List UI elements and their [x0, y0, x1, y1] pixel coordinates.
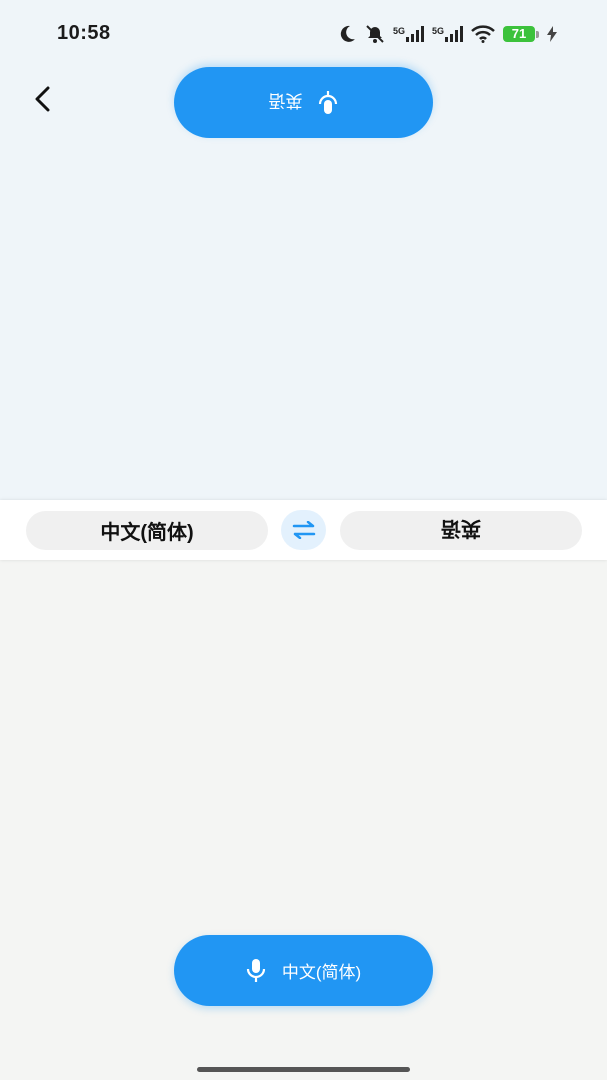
cellular-signal-1: 5G: [393, 26, 424, 42]
target-language-voice-label: 英语: [268, 91, 303, 110]
target-language-selector[interactable]: 英语: [340, 511, 582, 550]
source-language-selector[interactable]: 中文(简体): [26, 511, 268, 550]
target-language-voice-button[interactable]: 英语: [174, 67, 433, 138]
target-language-label: 英语: [441, 517, 481, 539]
swap-arrows-icon: [292, 521, 315, 539]
battery-indicator: 71: [503, 26, 539, 42]
moon-icon: [340, 25, 355, 42]
cellular-signal-2: 5G: [432, 26, 463, 42]
battery-level: 71: [503, 26, 535, 42]
chevron-left-icon: [35, 86, 50, 112]
microphone-icon: [246, 958, 265, 982]
signal-bars-icon: [445, 26, 463, 42]
swap-languages-button[interactable]: [281, 510, 326, 550]
wifi-icon: [471, 25, 495, 43]
status-icons: 5G 5G 71: [337, 22, 557, 46]
status-bar: 10:58 5G 5G 71: [0, 0, 607, 66]
charging-icon: [547, 26, 557, 42]
network-type-label: 5G: [431, 26, 444, 36]
battery-tip: [536, 30, 539, 38]
back-button[interactable]: [26, 82, 58, 116]
status-time: 10:58: [57, 22, 111, 44]
home-indicator[interactable]: [197, 1067, 410, 1072]
bell-off-icon: [366, 25, 384, 43]
microphone-icon: [319, 91, 338, 115]
source-language-voice-button[interactable]: 中文(简体): [174, 935, 433, 1006]
network-type-label: 5G: [392, 26, 405, 36]
signal-bars-icon: [405, 26, 424, 42]
source-language-label: 中文(简体): [100, 522, 194, 544]
source-language-voice-label: 中文(简体): [281, 963, 362, 982]
